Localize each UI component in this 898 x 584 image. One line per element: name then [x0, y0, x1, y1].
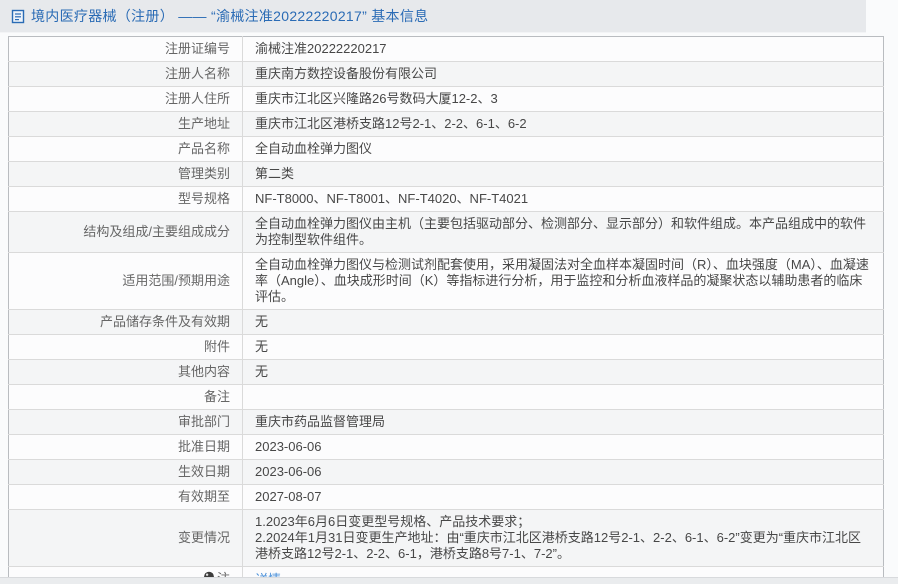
- row-value: [243, 385, 884, 410]
- row-label: 适用范围/预期用途: [9, 253, 243, 310]
- row-label: 变更情况: [9, 510, 243, 567]
- row-label-text: 批准日期: [178, 439, 230, 454]
- row-label-text: 生产地址: [178, 116, 230, 131]
- row-label: 生产地址: [9, 112, 243, 137]
- table-row: 批准日期 2023-06-06: [9, 435, 884, 460]
- row-label: 附件: [9, 335, 243, 360]
- row-label: 产品储存条件及有效期: [9, 310, 243, 335]
- row-value-text: 无: [255, 364, 268, 379]
- registration-info-table: 注册证编号渝械注准20222220217注册人名称重庆南方数控设备股份有限公司注…: [8, 36, 884, 584]
- row-label-text: 注册证编号: [165, 41, 230, 56]
- row-label: 其他内容: [9, 360, 243, 385]
- table-row: 结构及组成/主要组成成分 全自动血栓弹力图仪由主机（主要包括驱动部分、检测部分、显…: [9, 212, 884, 253]
- row-label: 注册人名称: [9, 62, 243, 87]
- row-value: 第二类: [243, 162, 884, 187]
- row-label: 审批部门: [9, 410, 243, 435]
- row-value: 无: [243, 310, 884, 335]
- row-value-line: 2.2024年1月31日变更生产地址：由“重庆市江北区港桥支路12号2-1、2-…: [255, 530, 871, 562]
- row-value: 重庆市药品监督管理局: [243, 410, 884, 435]
- row-value: 全自动血栓弹力图仪: [243, 137, 884, 162]
- row-value-text: 全自动血栓弹力图仪与检测试剂配套使用，采用凝固法对全血样本凝固时间（R）、血块强…: [255, 257, 869, 304]
- row-label: 型号规格: [9, 187, 243, 212]
- row-label-text: 型号规格: [178, 191, 230, 206]
- table-row: 审批部门 重庆市药品监督管理局: [9, 410, 884, 435]
- row-label-text: 有效期至: [178, 489, 230, 504]
- row-label-text: 其他内容: [178, 364, 230, 379]
- table-row: 产品名称 全自动血栓弹力图仪: [9, 137, 884, 162]
- table-row: 注册证编号 渝械注准20222220217: [9, 37, 884, 62]
- row-value: 1.2023年6月6日变更型号规格、产品技术要求；2.2024年1月31日变更生…: [243, 510, 884, 567]
- row-label-text: 备注: [204, 389, 230, 404]
- page-title: 境内医疗器械（注册） —— “渝械注准20222220217” 基本信息: [31, 6, 428, 26]
- row-value-text: 2027-08-07: [255, 489, 322, 504]
- row-value: 重庆南方数控设备股份有限公司: [243, 62, 884, 87]
- row-label-text: 结构及组成/主要组成成分: [83, 224, 230, 239]
- table-row: 附件 无: [9, 335, 884, 360]
- row-label-text: 产品储存条件及有效期: [100, 314, 230, 329]
- row-value-text: 第二类: [255, 166, 294, 181]
- row-value: 2023-06-06: [243, 435, 884, 460]
- table-row: 变更情况 1.2023年6月6日变更型号规格、产品技术要求；2.2024年1月31…: [9, 510, 884, 567]
- row-value: 全自动血栓弹力图仪由主机（主要包括驱动部分、检测部分、显示部分）和软件组成。本产…: [243, 212, 884, 253]
- row-label-text: 审批部门: [178, 414, 230, 429]
- row-value: 无: [243, 360, 884, 385]
- row-label: 结构及组成/主要组成成分: [9, 212, 243, 253]
- row-label-text: 生效日期: [178, 464, 230, 479]
- table-row: 适用范围/预期用途 全自动血栓弹力图仪与检测试剂配套使用，采用凝固法对全血样本凝固…: [9, 253, 884, 310]
- row-value-text: 全自动血栓弹力图仪: [255, 141, 372, 156]
- table-row: 生效日期 2023-06-06: [9, 460, 884, 485]
- row-label-text: 注册人名称: [165, 66, 230, 81]
- table-row: 管理类别 第二类: [9, 162, 884, 187]
- row-label: 产品名称: [9, 137, 243, 162]
- row-value: 全自动血栓弹力图仪与检测试剂配套使用，采用凝固法对全血样本凝固时间（R）、血块强…: [243, 253, 884, 310]
- row-label: 批准日期: [9, 435, 243, 460]
- row-value-text: 重庆市江北区港桥支路12号2-1、2-2、6-1、6-2: [255, 116, 527, 131]
- row-value: 重庆市江北区港桥支路12号2-1、2-2、6-1、6-2: [243, 112, 884, 137]
- table-row: 有效期至 2027-08-07: [9, 485, 884, 510]
- row-label: 生效日期: [9, 460, 243, 485]
- row-label: 备注: [9, 385, 243, 410]
- row-label-text: 适用范围/预期用途: [122, 273, 230, 288]
- table-row: 产品储存条件及有效期 无: [9, 310, 884, 335]
- row-value-text: 2023-06-06: [255, 439, 322, 454]
- table-row: 注册人住所 重庆市江北区兴隆路26号数码大厦12-2、3: [9, 87, 884, 112]
- row-value: 重庆市江北区兴隆路26号数码大厦12-2、3: [243, 87, 884, 112]
- table-row: 注册人名称 重庆南方数控设备股份有限公司: [9, 62, 884, 87]
- row-value: 2023-06-06: [243, 460, 884, 485]
- row-value-text: NF-T8000、NF-T8001、NF-T4020、NF-T4021: [255, 191, 528, 206]
- row-value-text: 渝械注准20222220217: [255, 41, 387, 56]
- row-value-text: 无: [255, 339, 268, 354]
- row-value-line: 1.2023年6月6日变更型号规格、产品技术要求；: [255, 514, 871, 530]
- page-header: 境内医疗器械（注册） —— “渝械注准20222220217” 基本信息: [0, 0, 866, 33]
- row-label-text: 管理类别: [178, 166, 230, 181]
- row-label-text: 注册人住所: [165, 91, 230, 106]
- row-label-text: 产品名称: [178, 141, 230, 156]
- row-value: NF-T8000、NF-T8001、NF-T4020、NF-T4021: [243, 187, 884, 212]
- row-value-text: 无: [255, 314, 268, 329]
- row-value: 无: [243, 335, 884, 360]
- row-label: 注册证编号: [9, 37, 243, 62]
- row-value-text: 重庆市江北区兴隆路26号数码大厦12-2、3: [255, 91, 498, 106]
- row-label-text: 变更情况: [178, 530, 230, 545]
- table-row: 备注: [9, 385, 884, 410]
- table-row: 生产地址 重庆市江北区港桥支路12号2-1、2-2、6-1、6-2: [9, 112, 884, 137]
- row-label: 注册人住所: [9, 87, 243, 112]
- footer-strip: [0, 577, 898, 584]
- row-value-text: 重庆南方数控设备股份有限公司: [255, 66, 437, 81]
- row-value-text: 重庆市药品监督管理局: [255, 414, 385, 429]
- row-value-text: 全自动血栓弹力图仪由主机（主要包括驱动部分、检测部分、显示部分）和软件组成。本产…: [255, 216, 866, 247]
- document-icon: [11, 9, 25, 24]
- row-value-text: 2023-06-06: [255, 464, 322, 479]
- table-row: 其他内容 无: [9, 360, 884, 385]
- row-label: 有效期至: [9, 485, 243, 510]
- table-row: 型号规格 NF-T8000、NF-T8001、NF-T4020、NF-T4021: [9, 187, 884, 212]
- row-label-text: 附件: [204, 339, 230, 354]
- row-label: 管理类别: [9, 162, 243, 187]
- row-value: 渝械注准20222220217: [243, 37, 884, 62]
- row-value: 2027-08-07: [243, 485, 884, 510]
